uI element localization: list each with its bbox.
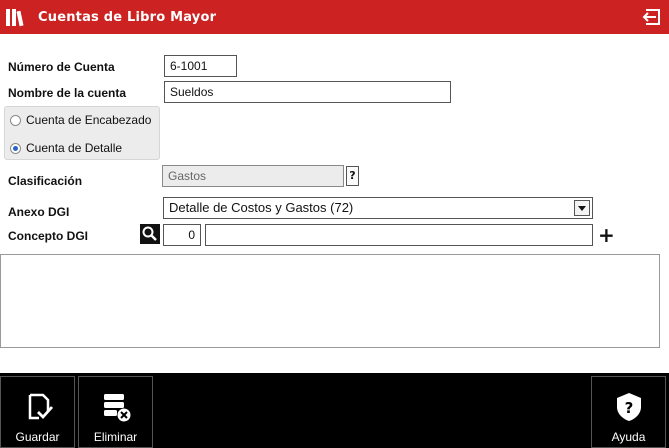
save-button[interactable]: Guardar (0, 376, 75, 448)
back-arrow-icon[interactable] (641, 6, 663, 28)
delete-button[interactable]: Eliminar (78, 376, 153, 448)
annex-selected-value: Detalle de Costos y Gastos (72) (169, 200, 354, 215)
radio-header-account[interactable]: Cuenta de Encabezado (10, 113, 151, 127)
notes-area[interactable] (0, 254, 660, 348)
classification-label: Clasificación (8, 174, 83, 188)
save-label: Guardar (15, 430, 60, 444)
classification-help-button[interactable]: ? (346, 166, 359, 186)
database-delete-icon (99, 390, 133, 424)
delete-label: Eliminar (93, 430, 138, 444)
concept-label: Concepto DGI (8, 229, 88, 243)
shield-question-icon: ? (612, 390, 646, 424)
svg-text:?: ? (624, 399, 633, 417)
chevron-down-icon[interactable] (574, 200, 590, 216)
concept-description-field[interactable] (205, 224, 593, 246)
search-icon[interactable] (140, 224, 160, 244)
account-name-field[interactable]: Sueldos (164, 81, 451, 103)
bottom-toolbar: Guardar Eliminar ? Ayuda (0, 373, 669, 448)
radio-detail-label: Cuenta de Detalle (26, 141, 123, 155)
annex-label: Anexo DGI (8, 205, 70, 219)
radio-button-selected[interactable] (10, 142, 21, 154)
add-concept-button[interactable]: + (598, 225, 615, 245)
help-button[interactable]: ? Ayuda (591, 376, 666, 448)
annex-select[interactable]: Detalle de Costos y Gastos (72) (163, 197, 593, 219)
concept-code-field[interactable]: 0 (163, 224, 201, 246)
classification-field: Gastos (162, 165, 344, 187)
document-check-icon (21, 390, 55, 424)
help-label: Ayuda (611, 430, 646, 444)
radio-button[interactable] (10, 114, 21, 126)
title-bar: Cuentas de Libro Mayor (0, 0, 669, 34)
radio-detail-account[interactable]: Cuenta de Detalle (10, 141, 122, 155)
radio-header-label: Cuenta de Encabezado (26, 113, 152, 127)
account-type-radio-group: Cuenta de Encabezado Cuenta de Detalle (4, 106, 160, 160)
books-icon (6, 9, 26, 27)
account-name-label: Nombre de la cuenta (8, 86, 127, 100)
window-title: Cuentas de Libro Mayor (38, 10, 217, 25)
account-number-field[interactable]: 6-1001 (164, 55, 237, 77)
account-number-label: Número de Cuenta (8, 60, 115, 74)
